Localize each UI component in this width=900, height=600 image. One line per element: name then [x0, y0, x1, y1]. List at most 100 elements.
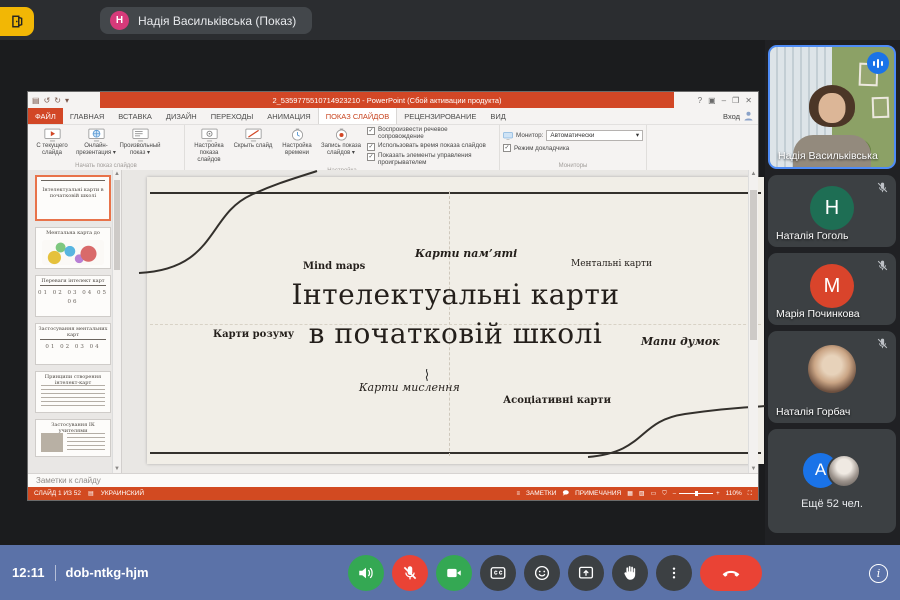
label-mind-karty: Карти розуму: [213, 329, 295, 340]
slide-sorter-icon[interactable]: ▨: [639, 491, 645, 497]
wall-frame: [871, 96, 890, 119]
from-current-slide-button[interactable]: С текущего слайда: [31, 127, 73, 162]
zoom-out-icon[interactable]: –: [673, 491, 676, 497]
slideshow-view-icon[interactable]: ⛉: [662, 491, 667, 497]
end-call-icon: [722, 570, 740, 577]
tab-slideshow[interactable]: ПОКАЗ СЛАЙДОВ: [317, 108, 398, 124]
tab-review[interactable]: РЕЦЕНЗИРОВАНИЕ: [397, 108, 483, 124]
meet-bottombar: 12:11 dob-ntkg-hjm i: [0, 545, 900, 600]
scroll-up-icon[interactable]: ▲: [749, 170, 758, 178]
notes-toggle[interactable]: ЗАМЕТКИ: [526, 490, 556, 497]
presenter-pill[interactable]: Н Надія Васильківська (Показ): [100, 7, 313, 34]
participant-tile[interactable]: Наталія Горбач: [768, 331, 896, 423]
notes-pane[interactable]: Заметки к слайду: [28, 473, 758, 487]
close-button[interactable]: ✕: [745, 96, 752, 105]
camera-toggle-button[interactable]: [436, 554, 472, 591]
photo-avatar: [808, 345, 856, 393]
ribbon-display-button[interactable]: ▣: [708, 96, 716, 105]
ppt-statusbar: СЛАЙД 1 ИЗ 52 ▤ УКРАИНСКИЙ ≡ ЗАМЕТКИ 🗩 П…: [28, 487, 758, 500]
thumbnail-slide-3[interactable]: Переваги інтелект карт 01 02 03 04 05 06: [35, 275, 111, 317]
sign-in-button[interactable]: Вход: [716, 108, 758, 124]
ribbon-spacer: [647, 125, 758, 171]
tab-home[interactable]: ГЛАВНАЯ: [63, 108, 111, 124]
language-indicator[interactable]: УКРАИНСКИЙ: [101, 490, 144, 497]
qat-dropdown-icon[interactable]: ▾: [65, 96, 69, 105]
proofing-icon[interactable]: ▤: [88, 491, 94, 497]
scrollbar-thumb[interactable]: [750, 190, 757, 340]
tab-file[interactable]: ФАЙЛ: [28, 108, 63, 124]
mic-toggle-button[interactable]: [392, 554, 428, 591]
thumbnail-title: Інтелектуальні карти в початковій школі: [42, 187, 104, 199]
zoom-percent[interactable]: 110%: [726, 490, 742, 497]
normal-view-icon[interactable]: ▦: [627, 491, 633, 497]
participants-sidebar: Надія Васильківська Н Наталія Гоголь М М…: [765, 40, 900, 545]
thumbnail-slide-5[interactable]: Принципи створення інтелект-карт: [35, 371, 111, 413]
participant-tile[interactable]: М Марія Починкова: [768, 253, 896, 325]
chevron-down-icon: ▾: [635, 132, 639, 139]
raise-hand-button[interactable]: [612, 554, 648, 591]
online-presentation-button[interactable]: Онлайн-презентация ▾: [75, 127, 117, 162]
minimize-button[interactable]: –: [722, 96, 726, 105]
participant-tile[interactable]: Н Наталія Гоголь: [768, 175, 896, 247]
scroll-down-icon[interactable]: ▼: [749, 465, 758, 473]
thumbnail-slide-4[interactable]: Застосування ментальних карт 01 02 03 04: [35, 323, 111, 365]
captions-button[interactable]: [480, 554, 516, 591]
more-participants-tile[interactable]: A Ещё 52 чел.: [768, 429, 896, 533]
scroll-down-icon[interactable]: ▼: [113, 465, 121, 473]
thumbnail-numbers: 01 02 03 04: [45, 344, 101, 350]
present-button[interactable]: [568, 554, 604, 591]
zoom-slider-handle[interactable]: [695, 491, 699, 496]
tab-animations[interactable]: АНИМАЦИЯ: [260, 108, 317, 124]
redo-icon[interactable]: ↻: [54, 96, 61, 105]
meeting-details-button[interactable]: i: [869, 564, 888, 583]
thumbnail-image-block: [41, 433, 63, 452]
avatar: Н: [810, 186, 854, 230]
tab-transitions[interactable]: ПЕРЕХОДЫ: [204, 108, 261, 124]
custom-slideshow-button[interactable]: Произвольный показ ▾: [119, 127, 161, 162]
undo-icon[interactable]: ↺: [44, 96, 51, 105]
self-video-tile[interactable]: Надія Васильківська: [768, 45, 896, 169]
thumbnail-slide-6[interactable]: Застосування ІК учителями: [35, 419, 111, 457]
comments-toggle[interactable]: ПРИМЕЧАНИЯ: [575, 490, 621, 497]
restore-button[interactable]: ❐: [732, 96, 739, 105]
record-icon: [335, 128, 347, 141]
slide-scrollbar[interactable]: ▲ ▼: [748, 170, 758, 473]
reactions-button[interactable]: [524, 554, 560, 591]
more-options-button[interactable]: [656, 554, 692, 591]
monitor-icon: [503, 131, 513, 140]
zoom-control[interactable]: – +: [673, 491, 720, 497]
mic-off-icon: [877, 338, 888, 349]
rehearse-timings-button[interactable]: Настройка времени: [276, 127, 318, 167]
slide-editor[interactable]: Mind maps Карти пам’яті Ментальні карти …: [138, 170, 768, 464]
ribbon-group-setup: Настройка показа слайдов Скрыть слайд На…: [185, 125, 500, 174]
tab-design[interactable]: ДИЗАЙН: [159, 108, 204, 124]
hand-icon: [624, 565, 636, 580]
thumbnail-scrollbar[interactable]: ▲ ▼: [112, 170, 121, 473]
checkbox-presenter-view[interactable]: ✓ Режим докладчика: [503, 144, 643, 152]
checkbox-narration[interactable]: ✓ Воспроизвести речевое сопровождение: [367, 126, 495, 141]
extension-icon[interactable]: [0, 7, 34, 36]
reading-view-icon[interactable]: ▭: [651, 491, 657, 497]
checkbox-media-controls[interactable]: ✓ Показать элементы управления проигрыва…: [367, 152, 495, 167]
setup-slideshow-button[interactable]: Настройка показа слайдов: [188, 127, 230, 167]
record-slideshow-button[interactable]: Запись показа слайдов ▾: [320, 127, 362, 167]
monitor-dropdown[interactable]: Автоматически ▾: [546, 130, 643, 141]
help-button[interactable]: ?: [698, 96, 702, 105]
end-call-button[interactable]: [700, 554, 762, 591]
thumbnail-slide-2[interactable]: Ментальна карта до: [35, 227, 111, 269]
save-icon[interactable]: ▤: [32, 96, 40, 105]
thumbnail-slide-1[interactable]: Інтелектуальні карти в початковій школі: [35, 175, 111, 221]
door-icon: [12, 15, 23, 28]
scroll-up-icon[interactable]: ▲: [113, 170, 121, 178]
fit-to-window-icon[interactable]: ⛶: [748, 491, 752, 497]
participant-name: Наталія Гоголь: [776, 230, 849, 242]
scrollbar-thumb[interactable]: [114, 180, 120, 270]
zoom-in-icon[interactable]: +: [716, 491, 720, 497]
tab-view[interactable]: ВИД: [483, 108, 512, 124]
checkbox-timings[interactable]: ✓ Использовать время показа слайдов: [367, 142, 495, 151]
share-audio-button[interactable]: [348, 554, 384, 591]
tab-insert[interactable]: ВСТАВКА: [111, 108, 159, 124]
hide-slide-button[interactable]: Скрыть слайд: [232, 127, 274, 167]
zoom-slider[interactable]: [679, 491, 714, 496]
slide-counter: СЛАЙД 1 ИЗ 52: [34, 490, 82, 497]
